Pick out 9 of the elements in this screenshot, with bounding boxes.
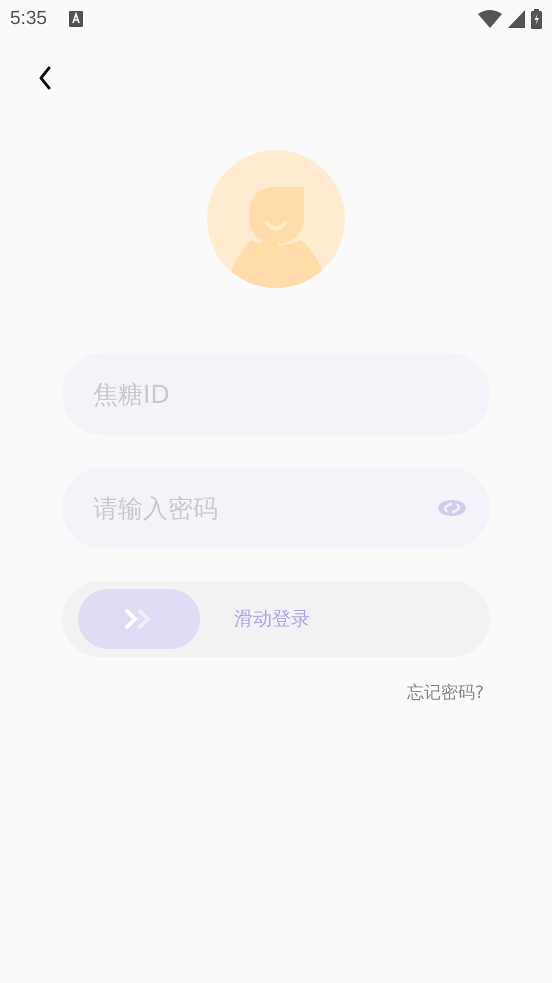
- keyboard-icon: [68, 11, 83, 27]
- status-time: 5:35: [10, 8, 47, 30]
- signal-icon: [508, 10, 525, 28]
- slider-handle[interactable]: [78, 589, 200, 649]
- forgot-password-link[interactable]: 忘记密码?: [406, 681, 484, 704]
- slide-login-label: 滑动登录: [234, 607, 310, 632]
- battery-icon: [531, 9, 542, 29]
- eye-icon[interactable]: [438, 500, 466, 516]
- wifi-icon: [478, 10, 502, 28]
